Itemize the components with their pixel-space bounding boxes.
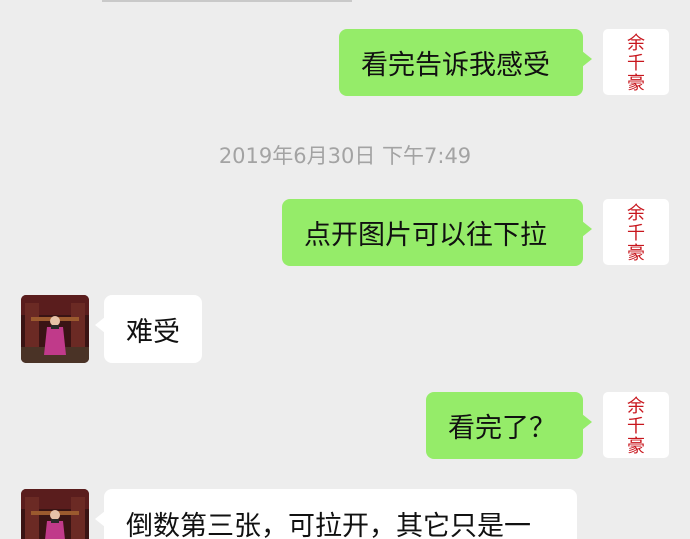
message-text: 看完告诉我感受 (361, 50, 550, 81)
seal-char: 余 (627, 33, 645, 54)
message-bubble-received[interactable]: 难受 (95, 295, 202, 363)
seal-char: 豪 (627, 73, 645, 94)
my-avatar-seal[interactable]: 余 千 豪 (603, 29, 669, 95)
message-bubble-received[interactable]: 倒数第三张，可拉开，其它只是一 (95, 489, 577, 539)
message-bubble-sent[interactable]: 看完了？ (426, 392, 592, 459)
seal-char: 豪 (627, 436, 645, 457)
message-bubble-sent[interactable]: 点开图片可以往下拉 (282, 199, 592, 266)
previous-message-edge (102, 0, 352, 2)
chat-view[interactable]: 看完告诉我感受 余 千 豪 2019年6月30日 下午7:49 点开图片可以往下… (0, 0, 690, 539)
message-bubble-sent[interactable]: 看完告诉我感受 (339, 29, 592, 96)
seal-char: 余 (627, 396, 645, 417)
my-avatar-seal[interactable]: 余 千 豪 (603, 199, 669, 265)
contact-avatar[interactable] (21, 295, 89, 363)
message-text: 看完了？ (448, 413, 556, 444)
contact-avatar[interactable] (21, 489, 89, 539)
seal-char: 千 (627, 223, 645, 244)
seal-char: 余 (627, 203, 645, 224)
message-text: 倒数第三张，可拉开，其它只是一 (126, 510, 531, 539)
seal-char: 千 (627, 416, 645, 437)
seal-char: 千 (627, 53, 645, 74)
seal-char: 豪 (627, 243, 645, 264)
message-text: 点开图片可以往下拉 (304, 220, 547, 251)
chat-timestamp: 2019年6月30日 下午7:49 (218, 144, 472, 168)
my-avatar-seal[interactable]: 余 千 豪 (603, 392, 669, 458)
message-text: 难受 (126, 316, 180, 348)
